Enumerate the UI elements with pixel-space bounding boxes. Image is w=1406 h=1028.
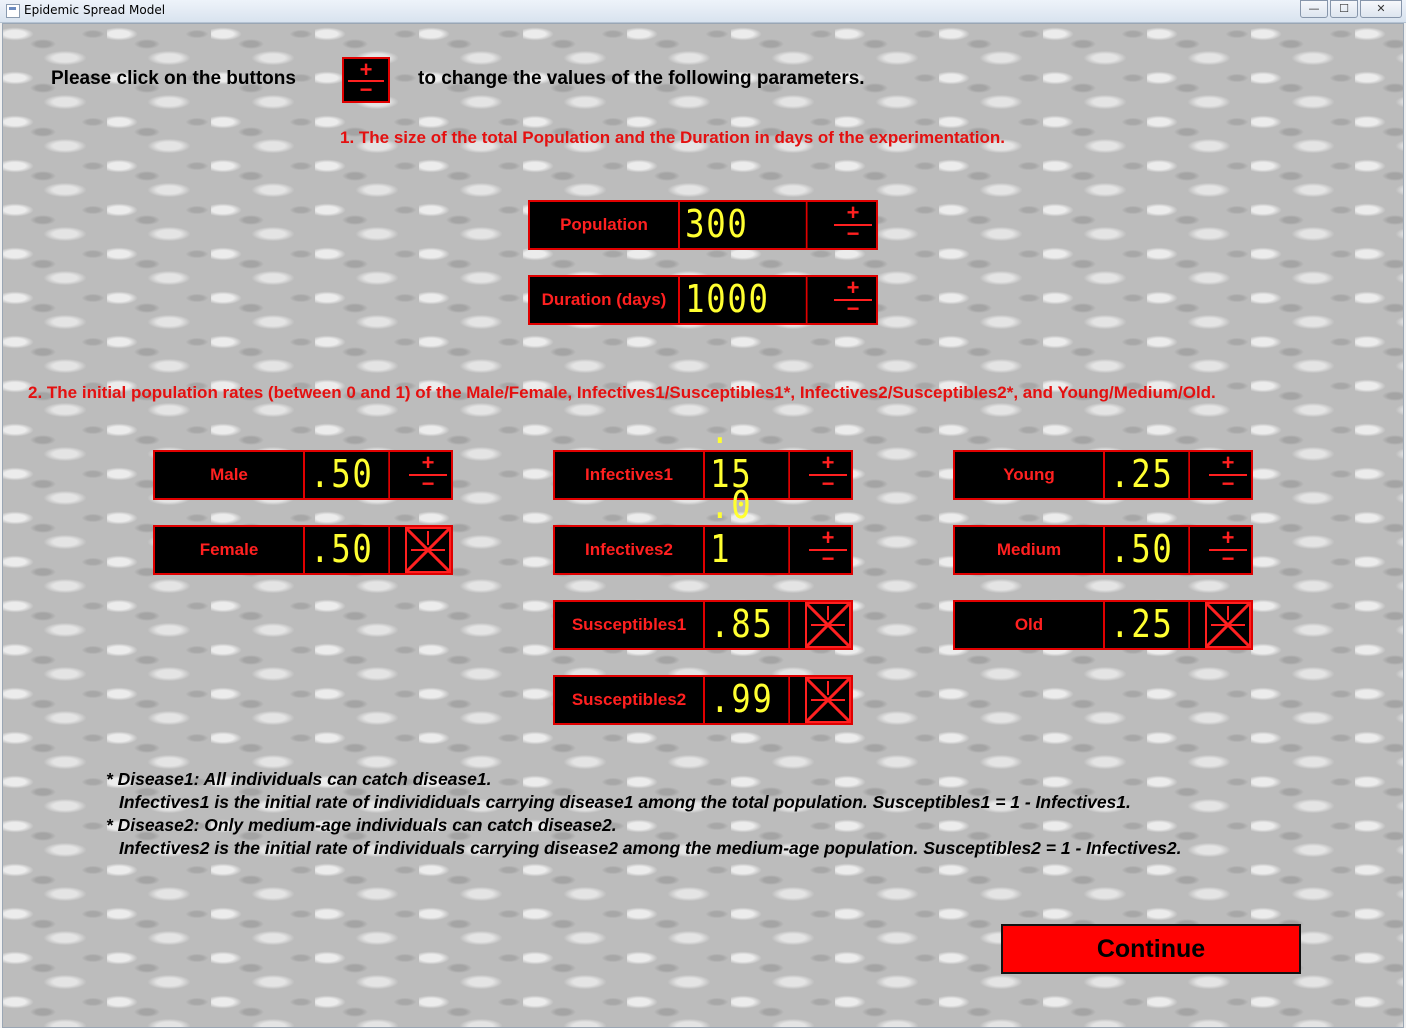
male-control: Male .50 + − [153, 450, 453, 500]
maximize-button[interactable]: ☐ [1330, 0, 1358, 18]
young-control: Young .25 + − [953, 450, 1253, 500]
minimize-button[interactable]: — [1300, 0, 1328, 18]
note-disease1: * Disease1: All individuals can catch di… [106, 769, 492, 789]
female-control: Female .50 [153, 525, 453, 575]
infectives2-label: Infectives2 [555, 527, 705, 573]
close-button[interactable]: ✕ [1360, 0, 1402, 18]
susceptibles1-control: Susceptibles1 .85 [553, 600, 853, 650]
medium-value: .50 [1105, 527, 1190, 573]
window-title: Epidemic Spread Model [24, 3, 166, 17]
continue-button[interactable]: Continue [1001, 924, 1301, 974]
infectives1-control: Infectives1 . 15 + − [553, 408, 853, 500]
susceptibles2-label: Susceptibles2 [555, 677, 705, 723]
population-label: Population [530, 202, 680, 248]
medium-stepper[interactable]: + − [1205, 527, 1251, 573]
old-control: Old .25 [953, 600, 1253, 650]
footnotes: * Disease1: All individuals can catch di… [106, 768, 1181, 860]
medium-label: Medium [955, 527, 1105, 573]
young-label: Young [955, 452, 1105, 498]
female-stepper-disabled [405, 527, 451, 573]
male-value: .50 [305, 452, 390, 498]
female-label: Female [155, 527, 305, 573]
infectives2-stepper[interactable]: + − [805, 527, 851, 573]
plus-minus-legend-icon: + − [342, 57, 390, 103]
app-icon [6, 4, 20, 18]
old-stepper-disabled [1205, 602, 1251, 648]
disabled-cross-icon [805, 602, 851, 648]
male-label: Male [155, 452, 305, 498]
section1-heading: 1. The size of the total Population and … [340, 128, 1005, 147]
susceptibles1-value: .85 [705, 602, 790, 648]
instruction-text-after: to change the values of the following pa… [418, 68, 865, 89]
note-infectives1: Infectives1 is the initial rate of indiv… [119, 792, 1131, 812]
disabled-cross-icon [405, 527, 451, 573]
decrement-button[interactable]: − [1205, 473, 1251, 495]
decrement-button[interactable]: − [805, 548, 851, 570]
susceptibles2-stepper-disabled [805, 677, 851, 723]
susceptibles2-control: Susceptibles2 .99 [553, 675, 853, 725]
male-stepper[interactable]: + − [405, 452, 451, 498]
duration-stepper[interactable]: + − [830, 277, 876, 323]
young-value: .25 [1105, 452, 1190, 498]
section2-heading: 2. The initial population rates (between… [28, 383, 1216, 402]
note-infectives2: Infectives2 is the initial rate of indiv… [119, 838, 1182, 858]
disabled-cross-icon [1205, 602, 1251, 648]
decrement-button[interactable]: − [830, 298, 876, 320]
duration-control: Duration (days) 1000 + − [528, 275, 878, 325]
susceptibles1-stepper-disabled [805, 602, 851, 648]
susceptibles1-label: Susceptibles1 [555, 602, 705, 648]
instruction-text-before: Please click on the buttons [51, 68, 296, 89]
minus-icon: − [359, 77, 373, 102]
young-stepper[interactable]: + − [1205, 452, 1251, 498]
window-titlebar: Epidemic Spread Model — ☐ ✕ [0, 0, 1406, 23]
population-value: 300 [680, 202, 808, 248]
susceptibles2-value: .99 [705, 677, 790, 723]
disabled-cross-icon [805, 677, 851, 723]
decrement-button[interactable]: − [830, 223, 876, 245]
window-controls: — ☐ ✕ [1298, 0, 1402, 18]
infectives2-value: .0 1 [705, 483, 790, 573]
decrement-button[interactable]: − [805, 473, 851, 495]
population-stepper[interactable]: + − [830, 202, 876, 248]
old-label: Old [955, 602, 1105, 648]
population-control: Population 300 + − [528, 200, 878, 250]
infectives2-control: Infectives2 .0 1 + − [553, 483, 853, 575]
infectives1-label: Infectives1 [555, 452, 705, 498]
old-value: .25 [1105, 602, 1190, 648]
duration-label: Duration (days) [530, 277, 680, 323]
medium-control: Medium .50 + − [953, 525, 1253, 575]
decrement-button[interactable]: − [1205, 548, 1251, 570]
infectives1-stepper[interactable]: + − [805, 452, 851, 498]
female-value: .50 [305, 527, 390, 573]
duration-value: 1000 [680, 277, 808, 323]
decrement-button[interactable]: − [405, 473, 451, 495]
note-disease2: * Disease2: Only medium-age individuals … [106, 815, 617, 835]
